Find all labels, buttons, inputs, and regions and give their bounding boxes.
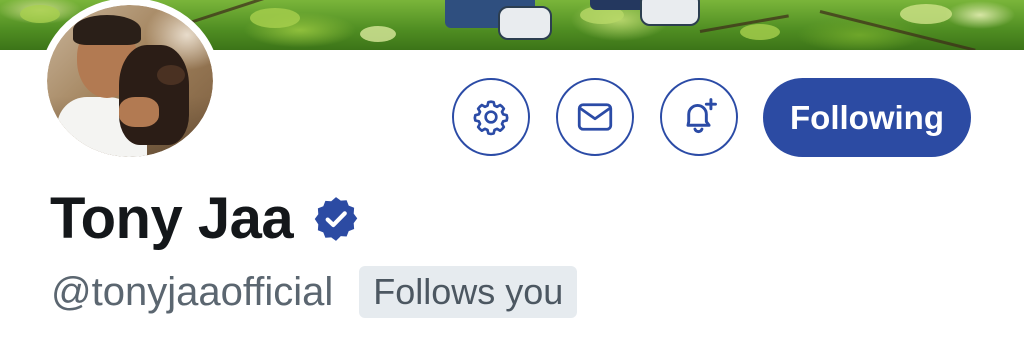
verified-badge-icon xyxy=(311,194,361,244)
profile-display-name: Tony Jaa xyxy=(50,186,294,251)
handle-row: @tonyjaaofficial Follows you xyxy=(51,266,578,318)
notifications-button[interactable] xyxy=(660,78,738,156)
settings-button[interactable] xyxy=(452,78,530,156)
message-button[interactable] xyxy=(556,78,634,156)
follows-you-badge: Follows you xyxy=(359,266,578,318)
profile-handle: @tonyjaaofficial xyxy=(51,270,334,314)
name-row: Tony Jaa xyxy=(50,190,361,248)
profile-header: Following Tony Jaa @tonyjaaofficial Foll… xyxy=(0,0,1024,341)
gear-icon xyxy=(471,97,511,137)
following-button[interactable]: Following xyxy=(763,78,971,157)
profile-avatar[interactable] xyxy=(40,0,220,164)
envelope-icon xyxy=(574,96,616,138)
bell-plus-icon xyxy=(677,95,721,139)
